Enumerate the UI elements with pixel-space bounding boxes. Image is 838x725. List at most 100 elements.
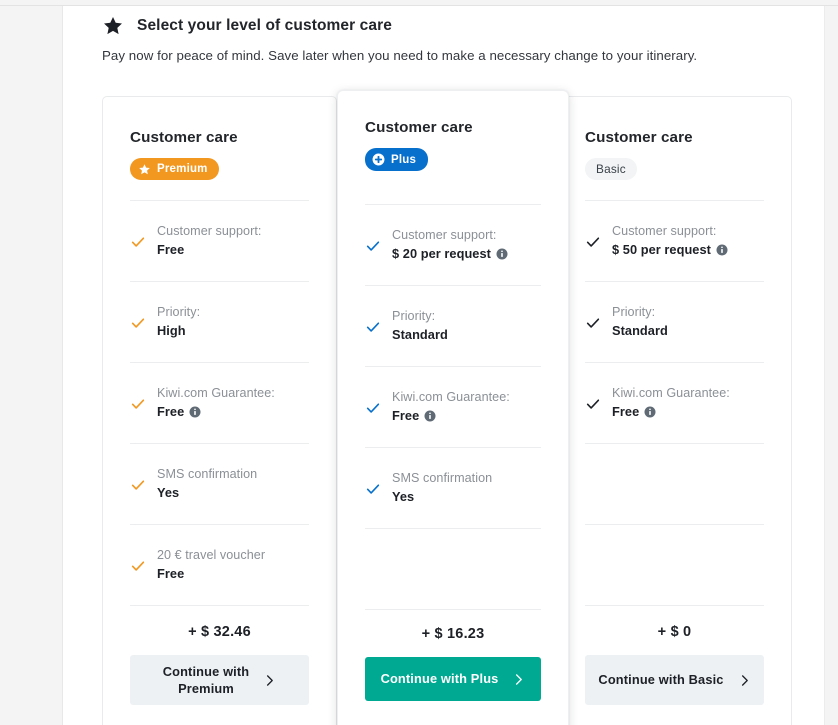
feature-label: SMS confirmation: [392, 470, 493, 485]
feature-label: Kiwi.com Guarantee:: [612, 385, 730, 400]
continue-with-basic-button[interactable]: Continue with Basic: [585, 655, 764, 705]
feature-value: Yes: [392, 489, 415, 505]
feature-text: Kiwi.com Guarantee: Free: [392, 389, 510, 425]
feature-value-wrap: Yes: [157, 484, 257, 502]
chevron-right-icon: [741, 674, 748, 686]
page-subtitle: Pay now for peace of mind. Save later wh…: [102, 48, 698, 63]
page-title: Select your level of customer care: [137, 17, 392, 34]
chevron-right-icon: [267, 674, 274, 686]
page-root: Select your level of customer care Pay n…: [0, 0, 838, 725]
badge-basic: Basic: [585, 158, 637, 180]
feature-text: Priority: High: [157, 304, 200, 340]
check-icon: [131, 236, 145, 247]
feature-list-basic: Customer support: $ 50 per request Prior…: [558, 200, 791, 605]
feature-value-wrap: Free: [392, 407, 510, 425]
customer-care-options: Customer care Premium Customer support: …: [102, 90, 802, 725]
feature-value: Free: [157, 242, 185, 258]
feature-label: Customer support:: [157, 223, 262, 238]
feature-value-wrap: Free: [157, 403, 275, 421]
card-footer-premium: + $ 32.46 Continue with Premium: [130, 605, 309, 705]
check-icon: [366, 483, 380, 494]
feature-text: Customer support: Free: [157, 223, 261, 259]
check-icon: [131, 317, 145, 328]
card-title: Customer care: [365, 119, 473, 136]
feature-value: Free: [157, 404, 185, 420]
feature-row: 20 € travel voucher Free: [130, 524, 309, 605]
card-footer-basic: + $ 0 Continue with Basic: [585, 605, 764, 705]
feature-row: Priority: High: [130, 281, 309, 362]
card-basic[interactable]: Customer care Basic Customer support: $ …: [557, 96, 792, 725]
feature-value: Yes: [157, 485, 180, 501]
feature-value-wrap: $ 50 per request: [612, 241, 728, 259]
feature-label: Priority:: [392, 308, 436, 323]
feature-row-empty: [365, 528, 541, 609]
check-icon: [131, 398, 145, 409]
feature-label: 20 € travel voucher: [157, 547, 266, 562]
feature-label: Customer support:: [392, 227, 497, 242]
feature-label: Customer support:: [612, 223, 717, 238]
cta-label: Continue with Basic: [598, 672, 724, 688]
feature-value: Free: [392, 408, 420, 424]
cta-label: Continue with Plus: [380, 671, 499, 687]
section-header: Select your level of customer care Pay n…: [102, 12, 792, 63]
feature-value-wrap: Free: [157, 565, 265, 583]
badge-label: Premium: [157, 163, 208, 175]
info-icon[interactable]: [424, 410, 436, 422]
feature-value-wrap: High: [157, 322, 200, 340]
card-title: Customer care: [585, 129, 693, 146]
feature-value-wrap: Free: [157, 241, 261, 259]
info-icon[interactable]: [716, 244, 728, 256]
feature-value: $ 50 per request: [612, 242, 711, 258]
check-icon: [366, 240, 380, 251]
feature-label: Kiwi.com Guarantee:: [392, 389, 510, 404]
feature-row: Customer support: $ 50 per request: [585, 200, 764, 281]
feature-text: Priority: Standard: [392, 308, 448, 344]
badge-premium: Premium: [130, 158, 219, 180]
feature-text: SMS confirmation Yes: [157, 466, 257, 502]
feature-value-wrap: $ 20 per request: [392, 245, 508, 263]
star-icon: [139, 163, 150, 174]
star-icon: [104, 17, 122, 35]
check-icon: [366, 321, 380, 332]
feature-list-plus: Customer support: $ 20 per request Prior…: [338, 204, 568, 609]
card-premium[interactable]: Customer care Premium Customer support: …: [102, 96, 337, 725]
content-panel: Select your level of customer care Pay n…: [62, 6, 825, 725]
feature-text: Customer support: $ 50 per request: [612, 223, 728, 259]
continue-with-premium-button[interactable]: Continue with Premium: [130, 655, 309, 705]
feature-row: Customer support: $ 20 per request: [365, 204, 541, 285]
feature-value-wrap: Yes: [392, 488, 492, 506]
price-plus: + $ 16.23: [421, 626, 485, 642]
badge-label: Basic: [596, 162, 626, 176]
price-basic: + $ 0: [657, 624, 692, 640]
badge-plus: Plus: [365, 148, 429, 171]
continue-with-plus-button[interactable]: Continue with Plus: [365, 657, 541, 701]
feature-label: Priority:: [612, 304, 656, 319]
card-header-basic: Customer care Basic: [558, 97, 791, 200]
feature-label: Kiwi.com Guarantee:: [157, 385, 275, 400]
header-title-row: Select your level of customer care: [102, 12, 792, 40]
feature-row: Customer support: Free: [130, 200, 309, 281]
card-footer-plus: + $ 16.23 Continue with Plus: [365, 609, 541, 701]
info-icon[interactable]: [189, 406, 201, 418]
feature-row: Kiwi.com Guarantee: Free: [585, 362, 764, 443]
info-icon[interactable]: [644, 406, 656, 418]
feature-label: Priority:: [157, 304, 201, 319]
check-icon: [131, 560, 145, 571]
check-icon: [586, 236, 600, 247]
info-icon[interactable]: [496, 248, 508, 260]
card-plus[interactable]: Customer care Plus Customer support: $ 2…: [337, 90, 569, 725]
price-premium: + $ 32.46: [188, 624, 251, 640]
feature-text: Kiwi.com Guarantee: Free: [157, 385, 275, 421]
feature-row-empty: [585, 524, 764, 605]
feature-value-wrap: Free: [612, 403, 730, 421]
check-icon: [586, 398, 600, 409]
badge-label: Plus: [391, 153, 417, 166]
feature-value-wrap: Standard: [392, 326, 448, 344]
check-icon: [131, 479, 145, 490]
feature-value: High: [157, 323, 186, 339]
feature-value: $ 20 per request: [392, 246, 491, 262]
feature-value: Free: [612, 404, 640, 420]
feature-value: Standard: [392, 327, 448, 343]
chevron-right-icon: [516, 673, 523, 685]
feature-row: Kiwi.com Guarantee: Free: [130, 362, 309, 443]
